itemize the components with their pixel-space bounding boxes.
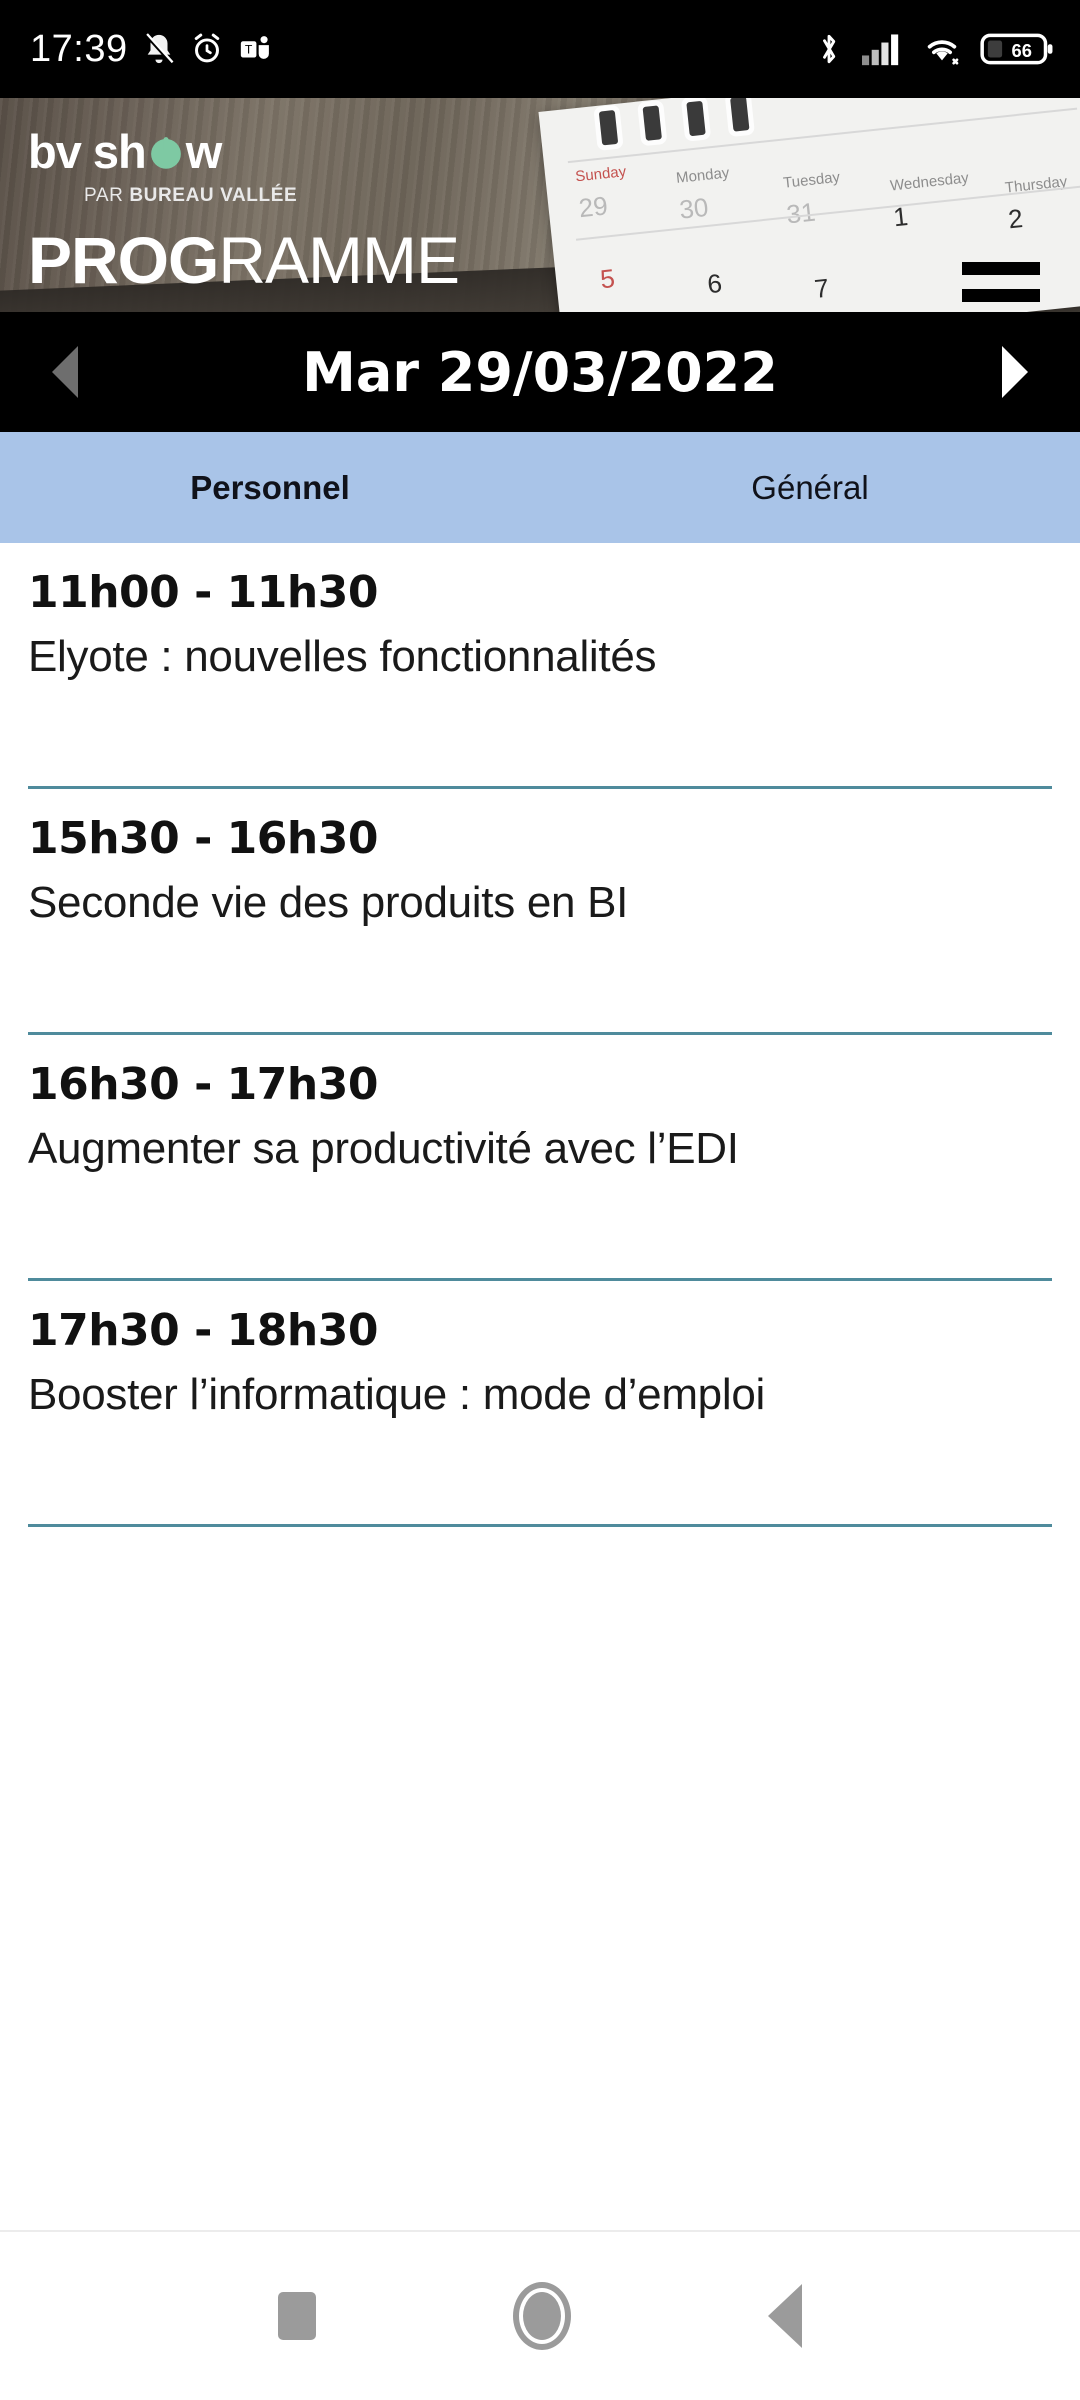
calendar-ring	[730, 98, 750, 132]
schedule-item[interactable]: 16h30 - 17h30 Augmenter sa productivité …	[0, 1035, 1080, 1281]
schedule-item-title: Elyote : nouvelles fonctionnalités	[28, 632, 657, 681]
hamburger-menu-icon[interactable]	[962, 262, 1040, 312]
bell-off-icon	[144, 33, 174, 65]
tab-bar: Personnel Général	[0, 432, 1080, 543]
cellular-signal-icon	[862, 34, 899, 66]
previous-day-arrow-icon[interactable]	[52, 346, 78, 398]
next-day-arrow-icon[interactable]	[1002, 346, 1028, 398]
battery-icon: 66	[980, 33, 1053, 65]
brand-subtitle: PAR BUREAU VALLÉE	[84, 185, 297, 207]
home-inner-dot	[522, 2292, 561, 2340]
schedule-item-time: 16h30 - 17h30	[28, 1059, 378, 1110]
tab-general[interactable]: Général	[540, 432, 1080, 543]
schedule-item[interactable]: 15h30 - 16h30 Seconde vie des produits e…	[0, 789, 1080, 1035]
hamburger-bar	[962, 262, 1040, 275]
calendar-ring	[598, 109, 619, 146]
phone-screen: 17:39 T 66 Sunday 29 Monday 30 Tuesday 3…	[0, 0, 1080, 2400]
calendar-day-label: Wednesday	[889, 169, 970, 195]
status-bar-left: 17:39 T	[30, 28, 272, 71]
page-title-bold: PROG	[28, 223, 219, 297]
triangle-back-icon[interactable]	[767, 2284, 802, 2348]
calendar-date-number: 5	[598, 262, 617, 295]
schedule-item[interactable]: 17h30 - 18h30 Booster l’informatique : m…	[0, 1281, 1080, 1527]
calendar-day-label: Sunday	[574, 163, 627, 186]
microsoft-teams-icon: T	[240, 36, 269, 59]
android-navigation-bar	[0, 2230, 1080, 2400]
page-title: PROGRAMME	[28, 222, 460, 298]
brand-text-part1: bv sh	[28, 125, 147, 178]
schedule-item-time: 17h30 - 18h30	[28, 1305, 378, 1356]
calendar-date-number: 7	[812, 272, 831, 304]
date-navigation-bar: Mar 29/03/2022	[0, 312, 1080, 432]
wifi-icon	[927, 40, 959, 65]
schedule-item-title: Augmenter sa productivité avec l’EDI	[28, 1124, 739, 1173]
schedule-item-title: Seconde vie des produits en BI	[28, 878, 629, 927]
schedule-item-time: 15h30 - 16h30	[28, 813, 378, 864]
brand-subtitle-prefix: PAR	[84, 185, 130, 206]
calendar-rings	[598, 98, 750, 146]
schedule-item-separator	[28, 1524, 1052, 1527]
power-button-icon	[147, 133, 185, 171]
alarm-clock-icon	[194, 33, 219, 63]
page-title-light: RAMME	[218, 223, 460, 297]
brand-wordmark: bv sh w	[28, 124, 297, 179]
brand-logo: bv sh w PAR BUREAU VALLÉE	[28, 124, 297, 207]
calendar-ring	[686, 100, 706, 137]
schedule-list: 11h00 - 11h30 Elyote : nouvelles fonctio…	[0, 543, 1080, 1527]
schedule-item-time: 11h00 - 11h30	[28, 567, 378, 618]
schedule-item[interactable]: 11h00 - 11h30 Elyote : nouvelles fonctio…	[0, 543, 1080, 789]
calendar-ring	[642, 105, 662, 141]
calendar-date-number: 29	[577, 190, 610, 224]
circle-home-icon[interactable]	[512, 2282, 571, 2350]
calendar-date-number: 30	[677, 191, 710, 225]
tab-personnel[interactable]: Personnel	[0, 432, 540, 543]
status-bar-right: 66	[814, 30, 1054, 68]
current-date-label: Mar 29/03/2022	[302, 340, 778, 404]
square-recents-icon[interactable]	[278, 2292, 317, 2340]
hamburger-bar	[962, 288, 1040, 302]
svg-text:T: T	[245, 43, 253, 57]
battery-level-label: 66	[1012, 40, 1032, 61]
schedule-item-title: Booster l’informatique : mode d’emploi	[28, 1370, 765, 1419]
bluetooth-icon	[823, 34, 836, 64]
calendar-day-label: Monday	[675, 164, 731, 187]
calendar-date-number: 6	[705, 267, 724, 300]
status-bar-clock: 17:39	[30, 27, 128, 70]
brand-subtitle-strong: BUREAU VALLÉE	[129, 185, 298, 206]
calendar-day-label: Tuesday	[782, 168, 841, 192]
hero-banner: Sunday 29 Monday 30 Tuesday 31 Wednesday…	[0, 98, 1080, 312]
status-bar: 17:39 T 66	[0, 0, 1080, 98]
brand-text-part2: w	[185, 125, 223, 178]
